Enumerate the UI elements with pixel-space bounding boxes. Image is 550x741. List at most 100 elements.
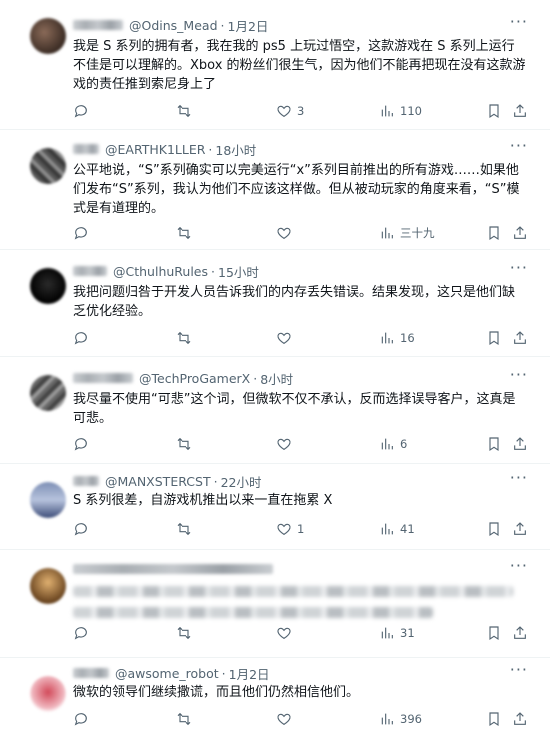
avatar[interactable]	[30, 482, 66, 518]
action-bar: 3 110	[73, 101, 528, 121]
retweet-icon	[176, 625, 192, 641]
reply-icon	[73, 103, 89, 119]
retweet-icon	[176, 521, 192, 537]
like-button[interactable]	[276, 625, 297, 641]
view-count: 三十九	[400, 226, 435, 240]
more-options-icon[interactable]: ···	[510, 367, 528, 383]
views-button[interactable]: 31	[379, 625, 415, 641]
views-button[interactable]: 6	[379, 436, 407, 452]
views-button[interactable]: 396	[379, 711, 422, 727]
display-name[interactable]	[73, 564, 273, 574]
views-button[interactable]: 16	[379, 330, 415, 346]
avatar[interactable]	[30, 568, 66, 604]
reply-button[interactable]	[73, 330, 89, 346]
like-button[interactable]	[276, 436, 297, 452]
tweet[interactable]: @awsome_robot · 1月2日 ··· 微软的领导们继续撒谎，而且他们…	[0, 658, 550, 741]
reply-button[interactable]	[73, 521, 89, 537]
share-button[interactable]	[512, 625, 528, 641]
like-button[interactable]	[276, 225, 297, 241]
more-options-icon[interactable]: ···	[510, 558, 528, 574]
avatar[interactable]	[30, 268, 66, 304]
timestamp[interactable]: 1月2日	[229, 664, 270, 683]
handle[interactable]: @EARTHK1LLER	[105, 142, 205, 157]
share-icon	[512, 103, 528, 119]
like-button[interactable]: 3	[276, 103, 304, 119]
avatar[interactable]	[30, 676, 66, 712]
bookmark-button[interactable]	[486, 225, 502, 241]
share-button[interactable]	[512, 711, 528, 727]
blurred-text-line	[73, 607, 433, 618]
retweet-button[interactable]	[176, 625, 192, 641]
tweet[interactable]: @TechProGamerX · 8小时 ··· 我尽量不使用“可悲”这个词，但…	[0, 357, 550, 464]
bookmark-button[interactable]	[486, 711, 502, 727]
more-options-icon[interactable]: ···	[510, 662, 528, 678]
bookmark-button[interactable]	[486, 330, 502, 346]
retweet-button[interactable]	[176, 330, 192, 346]
handle[interactable]: @CthulhuRules	[113, 264, 208, 279]
handle[interactable]: @TechProGamerX	[139, 371, 250, 386]
avatar[interactable]	[30, 148, 66, 184]
retweet-button[interactable]	[176, 225, 192, 241]
more-options-icon[interactable]: ···	[510, 138, 528, 154]
like-button[interactable]	[276, 711, 297, 727]
tweet[interactable]: @EARTHK1LLER · 18小时 ··· 公平地说，“S”系列确实可以完美…	[0, 130, 550, 250]
display-name[interactable]	[73, 20, 123, 30]
more-options-icon[interactable]: ···	[510, 260, 528, 276]
share-button[interactable]	[512, 436, 528, 452]
bookmark-button[interactable]	[486, 625, 502, 641]
share-icon	[512, 625, 528, 641]
retweet-button[interactable]	[176, 521, 192, 537]
tweet-text: 公平地说，“S”系列确实可以完美运行“x”系列目前推出的所有游戏……如果他们发布…	[73, 163, 520, 216]
tweet[interactable]: @CthulhuRules · 15小时 ··· 我把问题归咎于开发人员告诉我们…	[0, 250, 550, 357]
handle[interactable]: @Odins_Mead	[129, 18, 218, 33]
share-button[interactable]	[512, 225, 528, 241]
display-name[interactable]	[73, 373, 133, 383]
share-button[interactable]	[512, 330, 528, 346]
handle[interactable]: @awsome_robot	[115, 666, 219, 681]
views-icon	[379, 225, 395, 241]
timestamp[interactable]: 18小时	[215, 140, 256, 159]
bookmark-icon	[486, 436, 502, 452]
views-button[interactable]: 41	[379, 521, 415, 537]
reply-button[interactable]	[73, 625, 89, 641]
display-name[interactable]	[73, 266, 107, 276]
retweet-button[interactable]	[176, 436, 192, 452]
like-icon	[276, 625, 292, 641]
reply-icon	[73, 225, 89, 241]
display-name[interactable]	[73, 668, 109, 678]
handle[interactable]: @MANXSTERCST	[105, 474, 211, 489]
views-button[interactable]: 三十九	[379, 225, 435, 241]
bookmark-button[interactable]	[486, 521, 502, 537]
share-button[interactable]	[512, 521, 528, 537]
avatar[interactable]	[30, 375, 66, 411]
display-name[interactable]	[73, 476, 99, 486]
tweet[interactable]: @Odins_Mead · 1月2日 ··· 我是 S 系列的拥有者，我在我的 …	[0, 0, 550, 130]
like-button[interactable]: 1	[276, 521, 304, 537]
more-options-icon[interactable]: ···	[510, 14, 528, 30]
tweet[interactable]: @MANXSTERCST · 22小时 ··· S 系列很差，自游戏机推出以来一…	[0, 464, 550, 550]
reply-button[interactable]	[73, 436, 89, 452]
views-button[interactable]: 110	[379, 103, 422, 119]
views-icon	[379, 330, 395, 346]
bookmark-button[interactable]	[486, 103, 502, 119]
reply-button[interactable]	[73, 103, 89, 119]
bookmark-button[interactable]	[486, 436, 502, 452]
retweet-button[interactable]	[176, 711, 192, 727]
like-button[interactable]	[276, 330, 297, 346]
avatar[interactable]	[30, 18, 66, 54]
bookmark-icon	[486, 225, 502, 241]
timestamp[interactable]: 8小时	[260, 369, 293, 388]
timestamp[interactable]: 15小时	[218, 262, 259, 281]
tweet-header	[73, 560, 510, 578]
timestamp[interactable]: 1月2日	[228, 16, 269, 35]
share-button[interactable]	[512, 103, 528, 119]
timestamp[interactable]: 22小时	[221, 472, 262, 491]
reply-button[interactable]	[73, 711, 89, 727]
view-count: 16	[400, 331, 415, 345]
retweet-button[interactable]	[176, 103, 192, 119]
reply-icon	[73, 330, 89, 346]
more-options-icon[interactable]: ···	[510, 470, 528, 486]
display-name[interactable]	[73, 144, 99, 154]
tweet[interactable]: ··· 31	[0, 550, 550, 658]
reply-button[interactable]	[73, 225, 89, 241]
